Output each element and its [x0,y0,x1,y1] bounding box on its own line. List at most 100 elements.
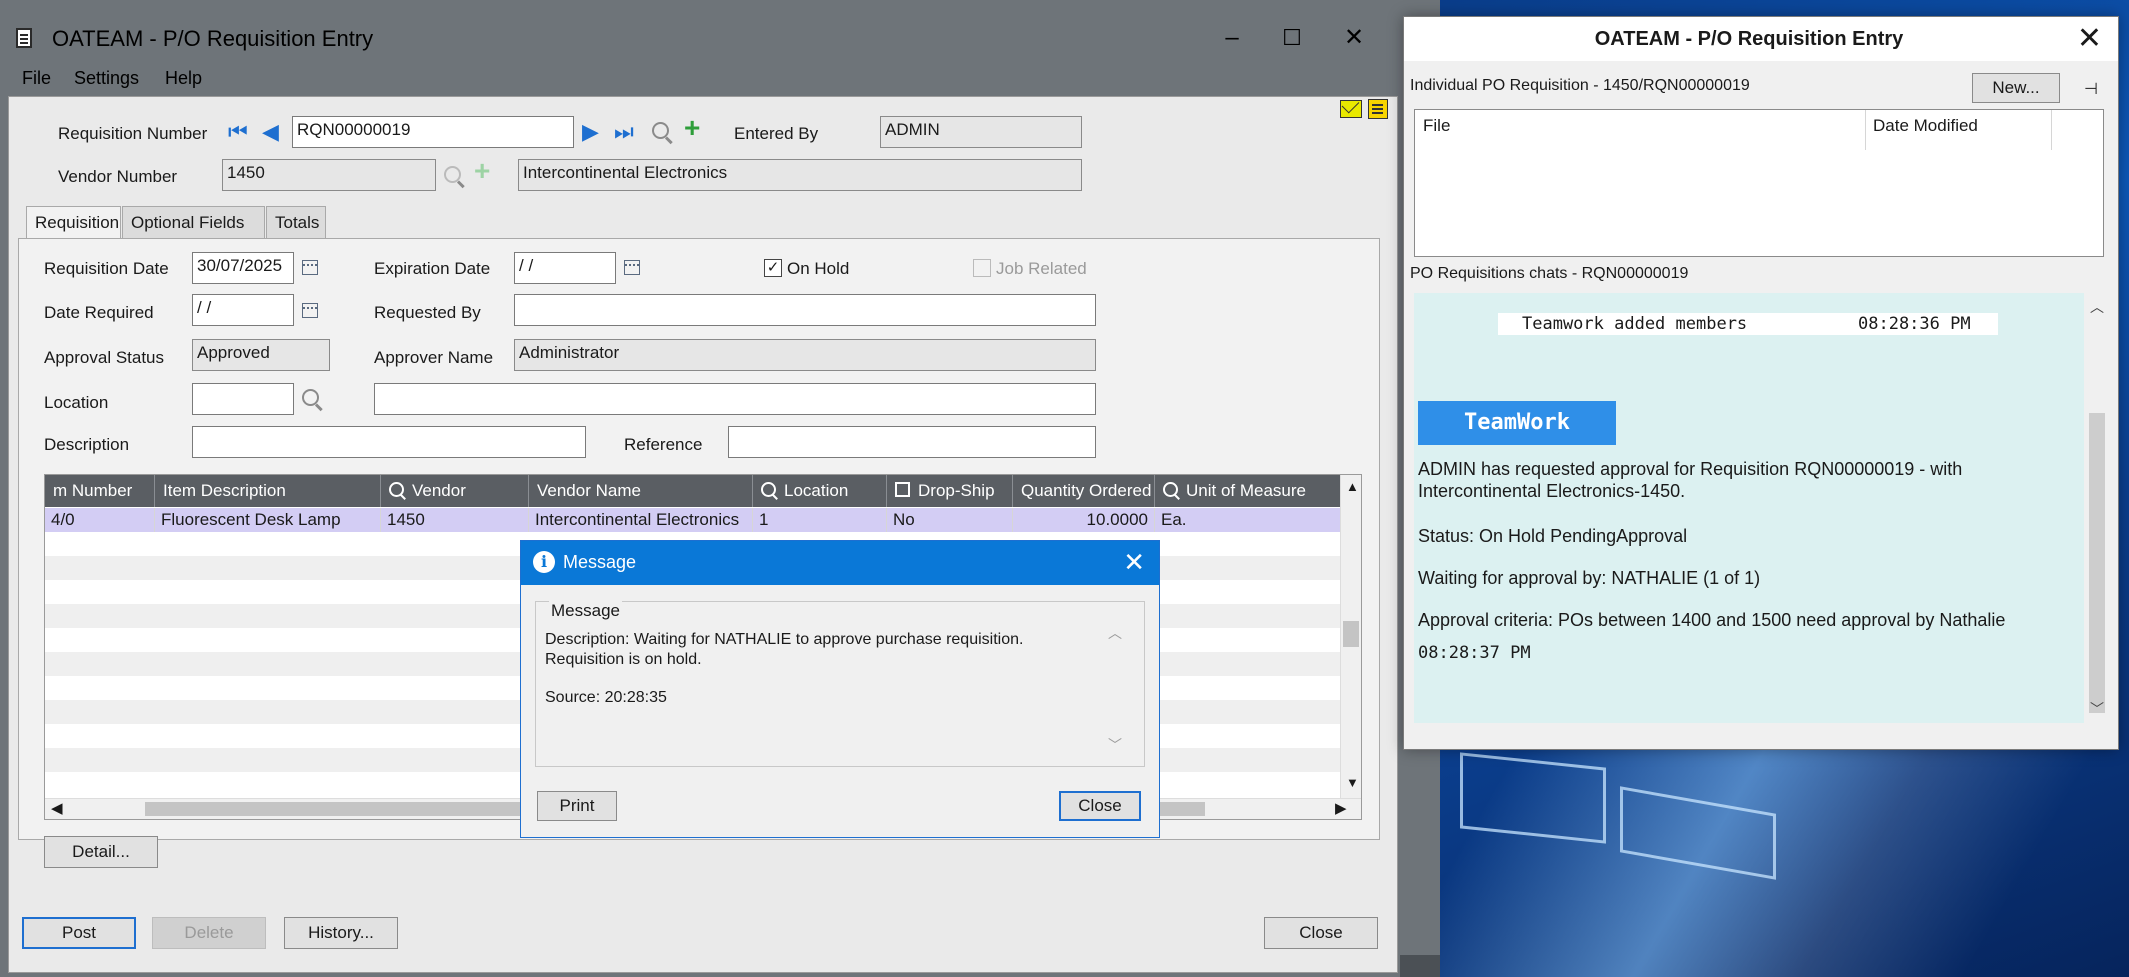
message-source: Source: 20:28:35 [545,689,667,706]
column-divider [2051,110,2052,150]
cell-drop-ship[interactable]: No [887,508,1013,532]
cell-location[interactable]: 1 [753,508,887,532]
reference-input[interactable] [728,426,1096,458]
scroll-right-icon[interactable]: ▶ [1335,799,1347,817]
col-label: m Number [53,481,133,500]
requested-by-input[interactable] [514,294,1096,326]
maximize-button[interactable]: ☐ [1272,20,1312,56]
teamwork-panel-window: OATEAM - P/O Requisition Entry ✕ Individ… [1403,16,2119,750]
add-icon: + [474,155,491,186]
email-icon[interactable] [1340,100,1362,118]
expiration-date-input[interactable]: / / [514,252,616,284]
chat-message-time: 08:28:37 PM [1418,643,1531,663]
scroll-down-icon[interactable]: ﹀ [1108,735,1122,755]
col-label: Vendor [412,481,466,500]
tab-totals[interactable]: Totals [266,206,326,238]
system-message-text: Teamwork added members [1522,314,1748,334]
approval-status-label: Approval Status [44,348,165,367]
next-record-icon[interactable]: ▶ [582,121,599,143]
menu-help[interactable]: Help [165,68,202,89]
on-hold-label: On Hold [787,259,850,278]
location-description-field[interactable] [374,383,1096,415]
cell-vendor-name[interactable]: Intercontinental Electronics [529,508,753,532]
on-hold-checkbox[interactable]: ✓ [764,259,782,277]
tab-requisition[interactable]: Requisition [26,206,121,240]
file-list[interactable]: File Date Modified [1414,109,2104,257]
tab-optional-fields[interactable]: Optional Fields [122,206,265,238]
cell-vendor[interactable]: 1450 [381,508,529,532]
requisition-date-input[interactable]: 30/07/2025 [192,252,294,284]
pin-icon[interactable]: ⊣ [2084,79,2098,99]
col-label: Vendor Name [537,481,641,500]
scroll-up-icon[interactable]: ︿ [2090,297,2104,317]
delete-button: Delete [152,917,266,949]
calendar-icon[interactable] [302,303,318,318]
requisition-number-input[interactable]: RQN00000019 [292,116,574,148]
entered-by-field: ADMIN [880,116,1082,148]
notes-icon[interactable] [1368,99,1388,119]
col-label: Drop-Ship [918,481,995,500]
scroll-left-icon[interactable]: ◀ [51,799,63,817]
minimize-button[interactable]: – [1212,20,1252,56]
menu-file[interactable]: File [22,68,51,89]
cell-unit-of-measure[interactable]: Ea. [1155,508,1341,532]
previous-record-icon[interactable]: ◀ [262,121,279,143]
col-date-modified[interactable]: Date Modified [1873,116,1978,136]
close-icon[interactable]: ✕ [1123,547,1145,578]
date-required-input[interactable]: / / [192,294,294,326]
last-record-icon[interactable]: ⏭ [614,121,634,143]
close-window-button[interactable]: ✕ [1334,20,1374,56]
message-description: Description: Waiting for NATHALIE to app… [545,631,1024,668]
print-button[interactable]: Print [537,791,617,821]
cell-item-number[interactable]: 4/0 [45,508,155,532]
close-button[interactable]: Close [1264,917,1378,949]
detail-button[interactable]: Detail... [44,836,158,868]
first-record-icon[interactable]: ⏮ [228,121,248,143]
cell-item-description[interactable]: Fluorescent Desk Lamp [155,508,381,532]
scroll-up-icon[interactable]: ︿ [1108,623,1122,643]
close-icon[interactable]: ✕ [2077,21,2102,56]
chat-scrollbar[interactable]: ︿ ﹀ [2086,293,2108,723]
chat-area[interactable]: Teamwork added members 08:28:36 PM TeamWo… [1414,293,2084,723]
scroll-down-icon[interactable]: ▼ [1346,775,1359,790]
scroll-up-icon[interactable]: ▲ [1346,479,1359,494]
col-vendor[interactable]: Vendor [381,475,529,507]
grid-vertical-scrollbar[interactable]: ▲ ▼ [1340,475,1361,799]
search-icon [1163,482,1178,497]
calendar-icon[interactable] [302,260,318,275]
post-button[interactable]: Post [22,917,136,949]
col-item-description[interactable]: Item Description [155,475,381,507]
col-unit-of-measure[interactable]: Unit of Measure [1155,475,1341,507]
message-close-button[interactable]: Close [1059,791,1141,821]
chats-label: PO Requisitions chats - RQN00000019 [1410,265,1689,282]
document-icon [16,28,32,48]
column-divider [1865,110,1866,150]
cell-quantity-ordered[interactable]: 10.0000 [1013,508,1155,532]
history-button[interactable]: History... [284,917,398,949]
search-icon[interactable] [302,389,319,406]
col-label: Location [784,481,849,500]
individual-requisition-label: Individual PO Requisition - 1450/RQN0000… [1410,77,1750,94]
chat-message-line: ADMIN has requested approval for Requisi… [1418,459,1963,501]
search-icon[interactable] [652,122,669,139]
scroll-down-icon[interactable]: ﹀ [2090,699,2104,719]
menu-settings[interactable]: Settings [74,68,139,89]
chat-message-line: Approval criteria: POs between 1400 and … [1418,610,2006,630]
col-file[interactable]: File [1423,116,1450,136]
col-quantity-ordered[interactable]: Quantity Ordered [1013,475,1155,507]
scroll-thumb[interactable] [1343,621,1359,647]
calendar-icon[interactable] [624,260,640,275]
col-drop-ship[interactable]: Drop-Ship [887,475,1013,507]
new-button[interactable]: New... [1972,73,2060,103]
job-related-checkbox [973,259,991,277]
add-icon[interactable]: + [684,114,700,142]
col-item-number[interactable]: m Number [45,475,155,507]
col-location[interactable]: Location [753,475,887,507]
col-vendor-name[interactable]: Vendor Name [529,475,753,507]
scroll-thumb[interactable] [2089,413,2105,713]
message-scrollbar[interactable]: ︿ ﹀ [1104,623,1126,759]
location-input[interactable] [192,383,294,415]
table-row[interactable]: 4/0 Fluorescent Desk Lamp 1450 Intercont… [45,508,1341,532]
message-group-label: Message [549,601,622,621]
description-input[interactable] [192,426,586,458]
